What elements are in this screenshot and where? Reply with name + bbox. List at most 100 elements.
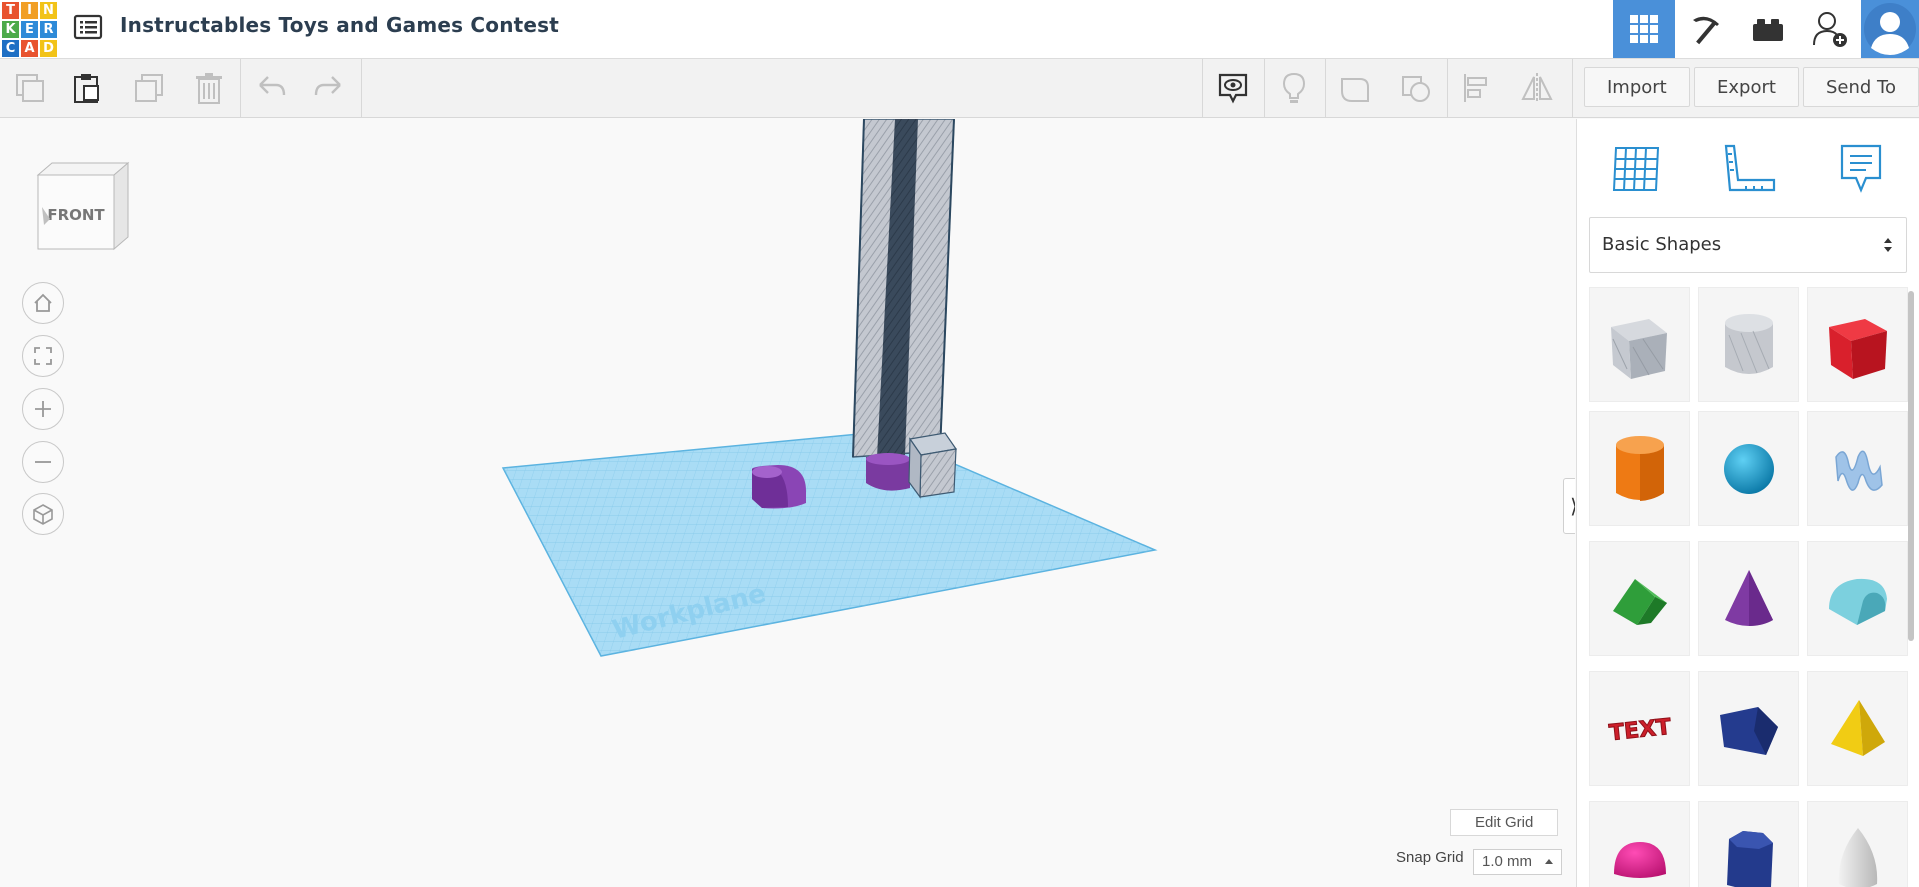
- shape-paraboloid[interactable]: [1807, 801, 1908, 887]
- pickaxe-icon: [1693, 16, 1719, 45]
- shape-text[interactable]: TEXT: [1589, 671, 1690, 786]
- shapes-panel: Basic Shapes TEXT: [1576, 119, 1919, 887]
- ungroup-button[interactable]: [1396, 69, 1436, 107]
- box-icon: [1828, 318, 1887, 379]
- fit-icon: [34, 347, 52, 365]
- logo-letter: N: [40, 2, 57, 19]
- delete-button[interactable]: [189, 69, 229, 107]
- shape-half-sphere[interactable]: [1589, 801, 1690, 887]
- group-icon: [1341, 78, 1369, 102]
- copy-icon: [16, 74, 44, 102]
- design-title[interactable]: Instructables Toys and Games Contest: [120, 13, 559, 37]
- shape-cylinder[interactable]: [1589, 411, 1690, 526]
- eye-comment-icon: [1218, 73, 1248, 104]
- workplane-grid-icon: [1612, 147, 1660, 191]
- zoom-in-button[interactable]: [22, 388, 64, 430]
- align-icon: [1464, 74, 1487, 102]
- scene-3d[interactable]: Workplane: [0, 119, 1575, 887]
- user-avatar[interactable]: [1861, 0, 1919, 58]
- edit-grid-button[interactable]: Edit Grid: [1450, 809, 1559, 836]
- workplane-tool-button[interactable]: [1607, 139, 1667, 199]
- ruler-icon: [1724, 144, 1776, 192]
- collapse-panel-button[interactable]: ⟩: [1563, 478, 1575, 534]
- small-hole-box[interactable]: [908, 432, 958, 499]
- wedge-icon: [1719, 706, 1778, 755]
- shape-box[interactable]: [1807, 287, 1908, 402]
- group-button[interactable]: [1335, 69, 1375, 107]
- shape-pyramid[interactable]: [1807, 671, 1908, 786]
- 3d-workspace[interactable]: Workplane FRONT Edit Grid Snap Grid 1.0 …: [0, 119, 1575, 887]
- shape-roof[interactable]: [1589, 541, 1690, 656]
- shape-category-value: Basic Shapes: [1602, 234, 1722, 255]
- align-button[interactable]: [1457, 69, 1497, 107]
- logo-letter: D: [40, 40, 57, 57]
- shape-scribble[interactable]: [1807, 411, 1908, 526]
- shape-cylinder-hole[interactable]: [1698, 287, 1799, 402]
- mirror-icon: [1521, 73, 1553, 103]
- caret-up-icon: [1545, 859, 1553, 864]
- undo-button[interactable]: [251, 69, 291, 107]
- add-user-icon: [1813, 12, 1847, 47]
- snap-grid-value: 1.0 mm: [1482, 853, 1533, 870]
- duplicate-icon: [135, 74, 163, 102]
- workplane[interactable]: Workplane: [501, 431, 1158, 657]
- light-button[interactable]: [1274, 69, 1314, 107]
- undo-icon: [259, 76, 286, 96]
- home-icon: [34, 293, 52, 312]
- text-shape-label: TEXT: [1608, 714, 1672, 745]
- view-cube[interactable]: FRONT: [30, 155, 130, 255]
- paste-button[interactable]: [67, 69, 107, 107]
- top-header: T I N K E R C A D Instructables Toys and…: [0, 0, 1919, 59]
- copy-button[interactable]: [10, 69, 50, 107]
- ruler-tool-button[interactable]: [1719, 139, 1779, 199]
- duplicate-button[interactable]: [129, 69, 169, 107]
- half-sphere-icon: [1613, 841, 1666, 878]
- purple-cylinder-base[interactable]: [866, 453, 910, 491]
- view-cube-front-label: FRONT: [47, 206, 105, 224]
- cylinder-hole-icon: [1724, 313, 1773, 374]
- export-button[interactable]: Export: [1694, 67, 1799, 107]
- logo-letter: C: [2, 40, 19, 57]
- polygon-icon: [1726, 830, 1773, 887]
- panel-scrollbar[interactable]: [1908, 291, 1914, 641]
- notes-tool-button[interactable]: [1831, 139, 1891, 199]
- plus-icon: [35, 401, 51, 417]
- minus-icon: [35, 461, 51, 463]
- redo-button[interactable]: [309, 69, 349, 107]
- 3d-design-view-button[interactable]: [1613, 0, 1675, 58]
- zoom-out-button[interactable]: [22, 441, 64, 483]
- home-view-button[interactable]: [22, 282, 64, 324]
- user-avatar-icon: [1864, 3, 1916, 55]
- import-button[interactable]: Import: [1584, 67, 1690, 107]
- grid-icon: [1630, 15, 1658, 43]
- mirror-button[interactable]: [1517, 69, 1557, 107]
- snap-grid-select[interactable]: 1.0 mm: [1473, 849, 1562, 875]
- invite-user-button[interactable]: [1799, 0, 1861, 58]
- ungroup-icon: [1402, 76, 1430, 102]
- chevron-right-icon: ⟩: [1570, 494, 1575, 519]
- send-to-button[interactable]: Send To: [1803, 67, 1919, 107]
- box-hole-icon: [1610, 318, 1667, 379]
- logo-letter: T: [2, 2, 19, 19]
- shape-category-select[interactable]: Basic Shapes: [1589, 217, 1907, 273]
- logo-letter: E: [21, 21, 38, 38]
- shape-box-hole[interactable]: [1589, 287, 1690, 402]
- logo-letter: A: [21, 40, 38, 57]
- cube-perspective-icon: [33, 504, 53, 525]
- tinkercad-logo[interactable]: T I N K E R C A D: [2, 2, 57, 57]
- bricks-view-button[interactable]: [1737, 0, 1799, 58]
- shape-wedge[interactable]: [1698, 671, 1799, 786]
- code-blocks-view-button[interactable]: [1675, 0, 1737, 58]
- shape-sphere[interactable]: [1698, 411, 1799, 526]
- pyramid-icon: [1830, 699, 1885, 756]
- shape-round-roof[interactable]: [1807, 541, 1908, 656]
- round-roof-icon: [1828, 578, 1887, 625]
- shape-cone[interactable]: [1698, 541, 1799, 656]
- tall-hole-box[interactable]: [852, 119, 955, 458]
- design-list-button[interactable]: [72, 13, 104, 41]
- perspective-toggle-button[interactable]: [22, 493, 64, 535]
- fit-view-button[interactable]: [22, 335, 64, 377]
- purple-half-cylinder[interactable]: [752, 465, 806, 509]
- notes-toggle-button[interactable]: [1213, 69, 1253, 107]
- shape-polygon[interactable]: [1698, 801, 1799, 887]
